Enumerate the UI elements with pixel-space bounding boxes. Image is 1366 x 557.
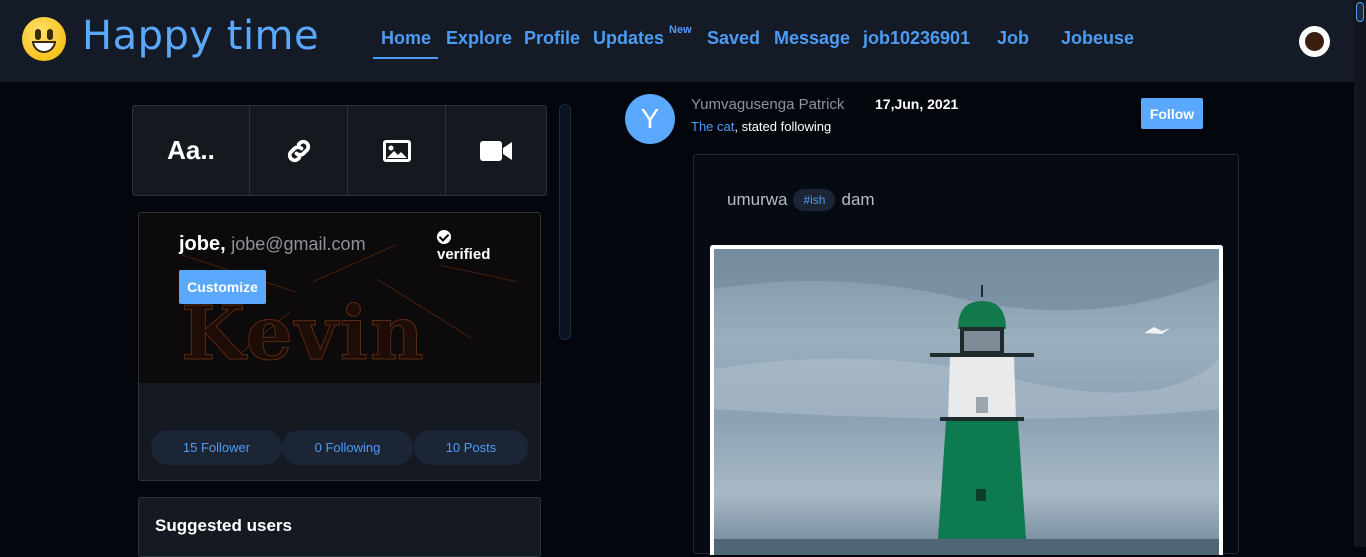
profile-name: jobe, jobe@gmail.com (179, 233, 366, 255)
following-count[interactable]: 0 Following (282, 430, 413, 465)
nav-profile[interactable]: Profile (524, 28, 580, 49)
post-sub-link[interactable]: The cat (691, 119, 734, 134)
nav-explore[interactable]: Explore (446, 28, 512, 49)
post-text-start: umurwa (727, 190, 788, 209)
link-post-button[interactable] (250, 106, 348, 195)
brand-title[interactable]: Happy time (82, 13, 319, 59)
video-camera-icon (480, 140, 512, 161)
nav-saved[interactable]: Saved (707, 28, 760, 49)
post-text-end: dam (841, 190, 875, 209)
nav-updates[interactable]: Updates New (593, 24, 692, 49)
new-badge: New (669, 24, 692, 36)
post-card: umurwa #ish dam (693, 154, 1239, 555)
nav-home[interactable]: Home (381, 28, 431, 49)
nav-job[interactable]: Job (997, 28, 1029, 49)
link-icon (287, 139, 310, 162)
post-composer: Aa.. (132, 105, 547, 196)
lighthouse-photo (714, 249, 1219, 555)
sidebar-scrollbar[interactable] (559, 104, 571, 340)
post-sub-text: , stated following (734, 119, 832, 134)
verified-label: verified (437, 246, 491, 263)
suggested-users-card: Suggested users (138, 497, 541, 557)
text-post-button[interactable]: Aa.. (133, 106, 250, 195)
image-post-button[interactable] (348, 106, 446, 195)
nav-job-id[interactable]: job10236901 (863, 28, 970, 49)
verified-check-icon (437, 230, 451, 244)
user-avatar[interactable] (1299, 26, 1330, 57)
follow-button[interactable]: Follow (1141, 98, 1203, 129)
hashtag-link[interactable]: #ish (793, 189, 836, 211)
video-post-button[interactable] (446, 106, 546, 195)
nav-active-indicator (373, 57, 438, 59)
profile-email: jobe@gmail.com (231, 234, 366, 254)
suggested-users-title: Suggested users (155, 516, 292, 535)
smiley-logo-icon[interactable] (22, 17, 66, 61)
posts-count[interactable]: 10 Posts (414, 430, 528, 465)
post-image[interactable] (710, 245, 1223, 555)
followers-count[interactable]: 15 Follower (151, 430, 282, 465)
post-date: 17,Jun, 2021 (875, 96, 959, 112)
top-navbar: Happy time Home Explore Profile Updates … (0, 0, 1354, 82)
post-text: umurwa #ish dam (727, 189, 875, 211)
page-scrollbar[interactable] (1354, 0, 1366, 547)
post-author-avatar[interactable]: Y (625, 94, 675, 144)
post-author-name[interactable]: Yumvagusenga Patrick (691, 96, 844, 113)
nav-message[interactable]: Message (774, 28, 850, 49)
profile-cover-image: Kevin jobe, jobe@gmail.com verified Cust… (139, 213, 540, 383)
nav-jobeuse[interactable]: Jobeuse (1061, 28, 1134, 49)
customize-button[interactable]: Customize (179, 270, 266, 304)
profile-card: Kevin jobe, jobe@gmail.com verified Cust… (138, 212, 541, 481)
post-subtitle: The cat, stated following (691, 119, 831, 134)
nav-updates-label: Updates (593, 28, 665, 48)
page-scrollbar-thumb[interactable] (1356, 2, 1364, 22)
image-icon (382, 139, 411, 162)
